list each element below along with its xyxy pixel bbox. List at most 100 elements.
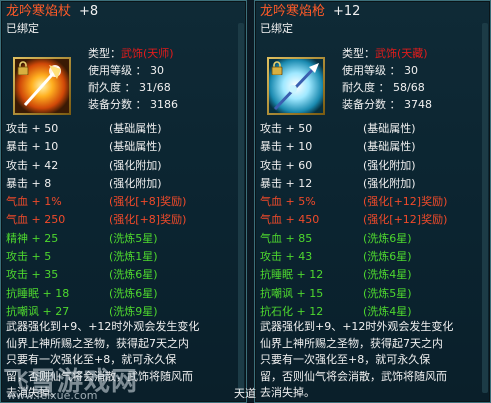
item-type-value: 武饰(天师): [121, 47, 174, 60]
lock-icon: [17, 61, 29, 75]
attribute-value: 暴击 + 12: [260, 176, 313, 190]
attribute-value: 攻击 + 60: [260, 158, 313, 172]
attribute-source: (强化[+8]奖励): [109, 213, 187, 227]
attribute-row: 气血 + 1% (强化[+8]奖励): [6, 193, 186, 211]
use-level: 使用等级 ： 30: [342, 64, 418, 77]
attribute-source: (洗炼6星): [363, 231, 412, 245]
attribute-value: 攻击 + 42: [6, 158, 59, 172]
attribute-row: 抗睡眠 + 12 (洗炼4星): [260, 266, 412, 284]
attribute-source: (基础属性): [363, 122, 416, 135]
item-icon-frame[interactable]: [267, 57, 325, 115]
equip-score: 装备分数 ： 3748: [342, 98, 432, 111]
attribute-value: 气血 + 85: [260, 231, 313, 245]
attribute-value: 气血 + 250: [6, 213, 66, 227]
item-type: 类型：武饰(天藏): [342, 47, 428, 60]
attribute-source: (洗炼5星): [109, 231, 158, 245]
attribute-row: 攻击 + 42 (强化附加): [6, 157, 162, 175]
item-name: 龙吟寒焰杖: [6, 4, 72, 19]
attribute-source: (强化附加): [109, 176, 162, 190]
attribute-source: (强化附加): [109, 158, 162, 172]
item-tooltip-right: 龙吟寒焰枪 +12 已绑定 类型：武饰(天藏) 使用等级 ： 30 耐久度 ： …: [254, 0, 491, 403]
scrollbar[interactable]: [482, 23, 488, 393]
attribute-value: 攻击 + 50: [6, 122, 59, 135]
attribute-row: 攻击 + 50 (基础属性): [260, 120, 416, 138]
attribute-value: 攻击 + 50: [260, 122, 313, 135]
item-type-value: 武饰(天藏): [375, 47, 428, 60]
attribute-value: 攻击 + 5: [6, 250, 52, 264]
item-icon-frame[interactable]: [13, 57, 71, 115]
attribute-source: (强化附加): [363, 176, 416, 190]
attribute-row: 抗睡眠 + 18 (洗炼6星): [6, 285, 158, 303]
attribute-row: 气血 + 450 (强化[+12]奖励): [260, 211, 447, 229]
attribute-row: 暴击 + 10 (基础属性): [260, 138, 416, 156]
lock-icon: [271, 61, 283, 75]
description-line: 留，否则仙气将会消散，武饰将随风而: [260, 369, 447, 383]
attribute-row: 暴击 + 10 (基础属性): [6, 138, 162, 156]
attribute-source: (洗炼6星): [109, 268, 158, 282]
watermark-url: www.feixue.com: [7, 389, 98, 402]
description-line: 武器强化到+9、+12时外观会发生变化: [260, 320, 454, 333]
attribute-value: 气血 + 450: [260, 213, 320, 227]
attribute-source: (强化附加): [363, 158, 416, 172]
attribute-value: 气血 + 1%: [6, 195, 62, 209]
attribute-row: 攻击 + 35 (洗炼6星): [6, 266, 158, 284]
attribute-row: 攻击 + 60 (强化附加): [260, 157, 416, 175]
item-title: 龙吟寒焰枪 +12: [260, 3, 360, 21]
attribute-source: (基础属性): [109, 122, 162, 135]
attribute-value: 暴击 + 10: [6, 140, 59, 154]
attribute-source: (强化[+8]奖励): [109, 195, 187, 209]
attribute-value: 攻击 + 35: [6, 268, 59, 282]
attribute-source: (基础属性): [109, 140, 162, 154]
scrollbar[interactable]: [238, 23, 244, 393]
attribute-source: (洗炼6星): [363, 250, 412, 264]
attribute-source: (洗炼5星): [363, 286, 412, 300]
attribute-row: 精神 + 25 (洗炼5星): [6, 230, 158, 248]
description-line: 武器强化到+9、+12时外观会发生变化: [6, 320, 200, 333]
attribute-row: 气血 + 250 (强化[+8]奖励): [6, 211, 186, 229]
attribute-value: 精神 + 25: [6, 231, 59, 245]
attribute-list: 攻击 + 50 (基础属性) 暴击 + 10 (基础属性) 攻击 + 60 (强化附加) 暴…: [260, 120, 447, 321]
attribute-source: (洗炼6星): [109, 286, 158, 300]
attribute-value: 抗睡眠 + 12: [260, 268, 324, 282]
item-title: 龙吟寒焰杖 +8: [6, 3, 98, 21]
bound-status: 已绑定: [6, 22, 39, 35]
attribute-row: 气血 + 85 (洗炼6星): [260, 230, 412, 248]
durability: 耐久度 ： 58/68: [342, 81, 425, 94]
attribute-source: (强化[+12]奖励): [363, 195, 448, 209]
item-info: 类型：武饰(天师) 使用等级 ： 30 耐久度 ： 31/68 装备分数 ： 3…: [88, 45, 178, 113]
item-description: 武器强化到+9、+12时外观会发生变化 仙界上神所赐之圣物，获得起7天之内 只要有一…: [260, 319, 453, 402]
attribute-value: 抗睡眠 + 18: [6, 286, 70, 300]
attribute-row: 暴击 + 12 (强化附加): [260, 175, 416, 193]
bound-status: 已绑定: [260, 22, 293, 35]
attribute-row: 攻击 + 43 (洗炼6星): [260, 248, 412, 266]
attribute-value: 攻击 + 43: [260, 250, 313, 264]
durability: 耐久度 ： 31/68: [88, 81, 171, 94]
enhance-level: +12: [333, 4, 361, 19]
attribute-value: 暴击 + 10: [260, 140, 313, 154]
description-line: 只要有一次强化至+8，就可永久保: [260, 353, 431, 366]
attribute-row: 攻击 + 5 (洗炼1星): [6, 248, 158, 266]
attribute-list: 攻击 + 50 (基础属性) 暴击 + 10 (基础属性) 攻击 + 42 (强化附加) 暴…: [6, 120, 186, 321]
item-name: 龙吟寒焰枪: [260, 4, 326, 19]
item-type: 类型：武饰(天师): [88, 47, 174, 60]
attribute-row: 气血 + 5% (强化[+12]奖励): [260, 193, 447, 211]
site-watermark: 飞雪游戏网 www.feixue.com: [1, 359, 161, 402]
attribute-row: 抗嘲讽 + 15 (洗炼5星): [260, 285, 412, 303]
enhance-level: +8: [79, 4, 99, 19]
description-line: 仙界上神所赐之圣物，获得起7天之内: [260, 336, 443, 350]
item-info: 类型：武饰(天藏) 使用等级 ： 30 耐久度 ： 58/68 装备分数 ： 3…: [342, 45, 432, 113]
attribute-value: 抗嘲讽 + 15: [260, 286, 324, 300]
attribute-source: (洗炼4星): [363, 268, 412, 282]
attribute-row: 暴击 + 8 (强化附加): [6, 175, 162, 193]
attribute-value: 暴击 + 8: [6, 176, 52, 190]
attribute-source: (洗炼1星): [109, 250, 158, 264]
item-tooltip-left: 龙吟寒焰杖 +8 已绑定 类型：武饰(天师) 使用等级 ： 30 耐久度 ： 3…: [0, 0, 247, 403]
use-level: 使用等级 ： 30: [88, 64, 164, 77]
attribute-source: (强化[+12]奖励): [363, 213, 448, 227]
corner-label: 天道: [234, 387, 256, 400]
attribute-source: (基础属性): [363, 140, 416, 154]
description-line: 仙界上神所赐之圣物，获得起7天之内: [6, 336, 189, 350]
attribute-row: 攻击 + 50 (基础属性): [6, 120, 162, 138]
attribute-value: 气血 + 5%: [260, 195, 316, 209]
equip-score: 装备分数 ： 3186: [88, 98, 178, 111]
